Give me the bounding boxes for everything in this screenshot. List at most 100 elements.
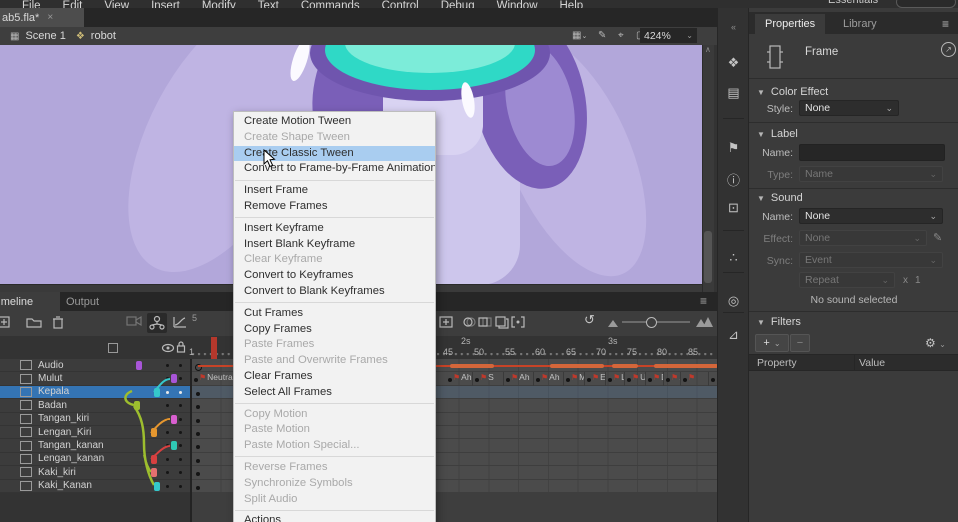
- tab-timeline[interactable]: Timeline: [0, 292, 60, 311]
- menu-item-cut-frames[interactable]: Cut Frames: [234, 306, 435, 322]
- particles-icon[interactable]: ∴: [718, 250, 749, 266]
- scroll-up-icon[interactable]: ∧: [705, 45, 711, 54]
- layer-row-tangan-kanan[interactable]: Tangan_kanan: [0, 439, 190, 452]
- panel-menu-icon[interactable]: ≡: [700, 294, 707, 308]
- tab-library[interactable]: Library: [835, 14, 885, 34]
- tab-properties[interactable]: Properties: [755, 14, 825, 34]
- zoom-out-timeline-icon[interactable]: [608, 319, 618, 327]
- tab-output[interactable]: Output: [66, 292, 99, 311]
- edit-symbol-button[interactable]: ✎: [598, 30, 606, 41]
- menu-item-create-shape-tween[interactable]: Create Shape Tween: [234, 130, 435, 146]
- modify-markers-icon[interactable]: [511, 315, 525, 329]
- center-stage-button[interactable]: ⌖: [618, 30, 624, 41]
- mouth-keyframe-cell[interactable]: ⚑D: [646, 372, 664, 385]
- layer-lock-dot[interactable]: [179, 377, 182, 380]
- close-tab-icon[interactable]: ×: [47, 12, 53, 23]
- layer-visibility-dot[interactable]: [166, 404, 169, 407]
- menu-item-insert-blank-keyframe[interactable]: Insert Blank Keyframe: [234, 237, 435, 253]
- layer-visibility-dot[interactable]: [166, 391, 169, 394]
- mouth-keyframe-cell[interactable]: ⚑E: [585, 372, 606, 385]
- mouth-keyframe-cell[interactable]: ⚑Ah: [534, 372, 564, 385]
- delete-layer-icon[interactable]: [52, 315, 64, 329]
- chart-icon[interactable]: ⊿: [718, 327, 749, 343]
- frames-icon[interactable]: ▤: [718, 85, 749, 101]
- menu-item-actions[interactable]: Actions: [234, 513, 435, 522]
- mouth-keyframe-cell[interactable]: ⚑M: [564, 372, 585, 385]
- layer-lock-dot[interactable]: [179, 391, 182, 394]
- menu-item-convert-to-blank-keyframes[interactable]: Convert to Blank Keyframes: [234, 284, 435, 300]
- loop-playback-icon[interactable]: ↺: [584, 312, 595, 328]
- breadcrumb-scene[interactable]: Scene 1: [25, 30, 65, 42]
- layer-row-lengan-kiri[interactable]: Lengan_Kiri: [0, 426, 190, 439]
- menu-item-remove-frames[interactable]: Remove Frames: [234, 199, 435, 215]
- layer-parenting-button[interactable]: [147, 313, 167, 333]
- document-tab[interactable]: ab5.fla* ×: [0, 8, 84, 27]
- menubar-item-modify[interactable]: Modify: [202, 0, 236, 8]
- timeline-zoom-slider[interactable]: [622, 321, 690, 323]
- info-icon[interactable]: ⓘ: [718, 170, 749, 189]
- layer-row-kaki-kiri[interactable]: Kaki_kiri: [0, 466, 190, 479]
- layer-lock-dot[interactable]: [179, 364, 182, 367]
- workspace-switcher[interactable]: Essentials: [828, 0, 878, 6]
- frame-options-icon[interactable]: ↗: [941, 42, 956, 57]
- layer-lock-dot[interactable]: [179, 444, 182, 447]
- layer-row-mulut[interactable]: Mulut: [0, 372, 190, 385]
- mouth-keyframe-cell[interactable]: ⚑...: [664, 372, 681, 385]
- flag-icon[interactable]: ⚑: [718, 140, 749, 156]
- layer-lock-dot[interactable]: [179, 485, 182, 488]
- menubar-item-help[interactable]: Help: [560, 0, 584, 8]
- scene-clapperboard-icon[interactable]: ▦: [10, 31, 19, 42]
- menu-item-insert-frame[interactable]: Insert Frame: [234, 183, 435, 199]
- layer-row-kepala[interactable]: Kepala: [0, 386, 190, 399]
- layer-visibility-dot[interactable]: [166, 458, 169, 461]
- menu-item-reverse-frames[interactable]: Reverse Frames: [234, 460, 435, 476]
- scrollbar-thumb[interactable]: [704, 231, 712, 283]
- breadcrumb-symbol[interactable]: robot: [91, 30, 116, 42]
- swatches-icon[interactable]: ❖: [718, 55, 749, 71]
- collapse-panels-icon[interactable]: «: [718, 22, 749, 32]
- layer-lock-dot[interactable]: [179, 458, 182, 461]
- creative-cloud-icon[interactable]: ◎: [718, 293, 749, 309]
- onion-skin-icon[interactable]: [462, 315, 476, 329]
- section-color-effect[interactable]: ▼Color Effect: [757, 86, 828, 98]
- edit-envelope-icon[interactable]: ✎: [933, 231, 942, 244]
- layer-row-tangan-kiri[interactable]: Tangan_kiri: [0, 413, 190, 426]
- layer-row-kaki-kanan[interactable]: Kaki_Kanan: [0, 480, 190, 493]
- mouth-keyframe-cell[interactable]: ⚑L: [606, 372, 625, 385]
- section-label[interactable]: ▼Label: [757, 128, 798, 140]
- menu-item-convert-to-keyframes[interactable]: Convert to Keyframes: [234, 268, 435, 284]
- menubar-item-view[interactable]: View: [104, 0, 129, 8]
- new-layer-icon[interactable]: [0, 315, 11, 329]
- menubar-item-control[interactable]: Control: [382, 0, 419, 8]
- layer-visibility-dot[interactable]: [166, 431, 169, 434]
- label-name-input[interactable]: [799, 144, 945, 161]
- menubar-item-text[interactable]: Text: [258, 0, 279, 8]
- layer-lock-dot[interactable]: [179, 471, 182, 474]
- menubar-item-edit[interactable]: Edit: [63, 0, 83, 8]
- eye-icon[interactable]: [161, 343, 175, 353]
- menu-item-copy-frames[interactable]: Copy Frames: [234, 322, 435, 338]
- menu-item-split-audio[interactable]: Split Audio: [234, 492, 435, 508]
- mouth-keyframe-cell[interactable]: ⚑Uh: [625, 372, 646, 385]
- new-folder-icon[interactable]: [26, 315, 42, 329]
- remove-filter-button[interactable]: −: [790, 334, 810, 352]
- layer-visibility-dot[interactable]: [166, 377, 169, 380]
- search-input[interactable]: [896, 0, 956, 8]
- playhead[interactable]: [211, 337, 217, 359]
- stage-vertical-scrollbar[interactable]: ∧: [702, 45, 714, 292]
- menubar-item-debug[interactable]: Debug: [441, 0, 475, 8]
- menubar-item-window[interactable]: Window: [497, 0, 538, 8]
- layer-lock-dot[interactable]: [179, 431, 182, 434]
- menubar-item-commands[interactable]: Commands: [301, 0, 360, 8]
- slider-knob[interactable]: [646, 317, 657, 328]
- zoom-in-timeline-icon[interactable]: [696, 317, 714, 327]
- layer-lock-dot[interactable]: [179, 404, 182, 407]
- layer-row-lengan-kanan[interactable]: Lengan_kanan: [0, 453, 190, 466]
- mouth-keyframe-cell[interactable]: ⚑Neutral: [192, 372, 239, 385]
- edit-multiple-frames-icon[interactable]: [495, 315, 509, 329]
- lock-icon[interactable]: [176, 341, 186, 353]
- menu-item-select-all-frames[interactable]: Select All Frames: [234, 385, 435, 401]
- onion-skin-outline-icon[interactable]: [478, 315, 492, 329]
- layer-visibility-dot[interactable]: [166, 444, 169, 447]
- mouth-keyframe-cell[interactable]: ⚑: [681, 372, 709, 385]
